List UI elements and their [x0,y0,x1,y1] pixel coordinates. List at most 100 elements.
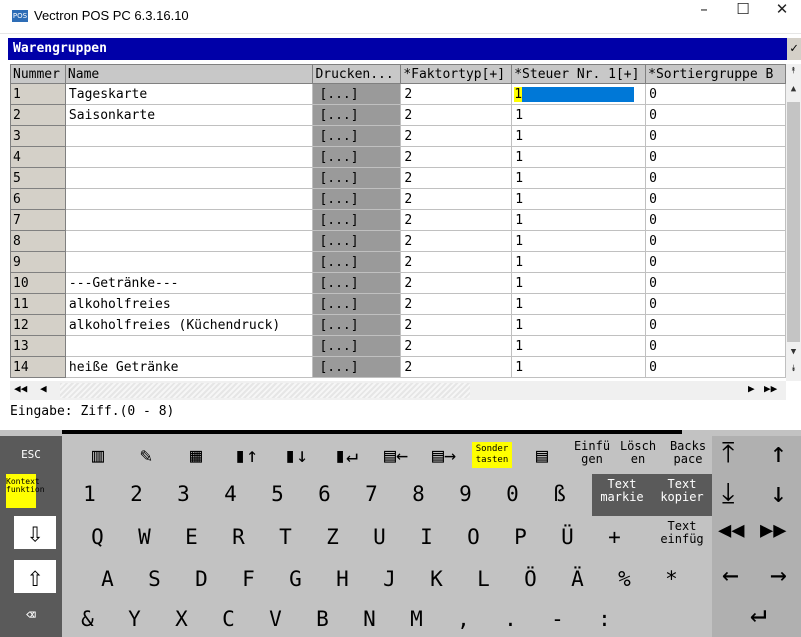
key-5[interactable]: Z [309,518,356,556]
row-faktortyp[interactable]: 2 [400,356,513,378]
key-7[interactable]: K [413,560,460,598]
row-number[interactable]: 5 [10,167,66,189]
table-row[interactable]: 11 alkoholfreies [...] 2 1 0 [10,293,786,315]
row-faktortyp[interactable]: 2 [400,293,513,315]
row-drucken[interactable]: [...] [312,125,402,147]
row-name[interactable]: heiße Getränke [64,356,314,378]
row-drucken[interactable]: [...] [312,167,402,189]
scroll-bottom-icon[interactable]: ⯯ [786,364,801,374]
row-drucken[interactable]: [...] [312,293,402,315]
table-row[interactable]: 10 ---Getränke--- [...] 2 1 0 [10,272,786,294]
table-row[interactable]: 7 [...] 2 1 0 [10,209,786,231]
row-number[interactable]: 6 [10,188,66,210]
key-1[interactable]: 2 [113,475,160,513]
row-drucken[interactable]: [...] [312,335,402,357]
key-9[interactable]: . [487,600,534,637]
arrow-up-icon[interactable]: ↑ [770,436,787,469]
row-steuer[interactable]: 1 [511,356,647,378]
esc-key[interactable]: ESC [0,436,62,474]
row-number[interactable]: 7 [10,209,66,231]
column-header-sortiergruppe[interactable]: *Sortiergruppe B [645,64,786,84]
row-number[interactable]: 3 [10,125,66,147]
scroll-down-icon[interactable]: ▼ [786,347,801,357]
row-drucken[interactable]: [...] [312,251,402,273]
cancel-icon[interactable]: ⌫ [10,596,52,634]
table-row[interactable]: 4 [...] 2 1 0 [10,146,786,168]
row-sortiergruppe[interactable]: 0 [645,293,786,315]
row-steuer[interactable]: 1 [511,314,647,336]
einfuegen-key[interactable]: Einfü gen [570,440,614,466]
row-number[interactable]: 9 [10,251,66,273]
key-7[interactable]: M [393,600,440,637]
table-row[interactable]: 8 [...] 2 1 0 [10,230,786,252]
arrow-down-icon[interactable]: ↓ [770,476,787,509]
row-steuer[interactable]: 1 [511,104,647,126]
scroll-left-icon[interactable]: ◀ [40,382,47,395]
key-6[interactable]: N [346,600,393,637]
row-name[interactable]: alkoholfreies [64,293,314,315]
table-row[interactable]: 3 [...] 2 1 0 [10,125,786,147]
row-sortiergruppe[interactable]: 0 [645,230,786,252]
key-1[interactable]: Y [111,600,158,637]
row-number[interactable]: 10 [10,272,66,294]
row-sortiergruppe[interactable]: 0 [645,188,786,210]
row-sortiergruppe[interactable]: 0 [645,83,786,105]
key-0[interactable]: 1 [66,475,113,513]
key-1[interactable]: S [131,560,178,598]
row-faktortyp[interactable]: 2 [400,167,513,189]
row-number[interactable]: 14 [10,356,66,378]
scroll-right-icon[interactable]: ▶ [748,382,755,395]
row-faktortyp[interactable]: 2 [400,83,513,105]
row-name[interactable]: ---Getränke--- [64,272,314,294]
row-steuer[interactable]: 1 [511,209,647,231]
row-drucken[interactable]: [...] [312,356,402,378]
key-10[interactable]: Ä [554,560,601,598]
row-name[interactable]: alkoholfreies (Küchendruck) [64,314,314,336]
row-faktortyp[interactable]: 2 [400,230,513,252]
key-11[interactable]: : [581,600,628,637]
scroll-up-icon[interactable]: ▲ [786,84,801,94]
edit-icon[interactable]: ✎ [126,436,166,474]
column-header-nummer[interactable]: Nummer [10,64,66,84]
key-3[interactable]: C [205,600,252,637]
key-12[interactable]: * [648,560,695,598]
sondertasten-key[interactable]: Sonder tasten [472,442,512,468]
horizontal-scrollbar[interactable]: ◀◀ ◀ ▶ ▶▶ [10,381,786,400]
key-0[interactable]: Q [74,518,121,556]
key-8[interactable]: 9 [442,475,489,513]
enter-row-icon[interactable]: ▮↵ [326,436,366,474]
row-sortiergruppe[interactable]: 0 [645,335,786,357]
vertical-scroll-thumb[interactable] [787,102,800,342]
table-row[interactable]: 5 [...] 2 1 0 [10,167,786,189]
confirm-check-icon[interactable]: ✓ [787,38,801,60]
key-10[interactable]: Ü [544,518,591,556]
key-2[interactable]: X [158,600,205,637]
key-9[interactable]: Ö [507,560,554,598]
row-number[interactable]: 11 [10,293,66,315]
row-name[interactable] [64,335,314,357]
column-header-steuer[interactable]: *Steuer Nr. 1[+] [511,64,647,84]
row-drucken[interactable]: [...] [312,104,402,126]
column-header-drucken[interactable]: Drucken... [312,64,402,84]
selected-cell[interactable]: 1 [514,86,635,102]
row-name[interactable] [64,125,314,147]
row-faktortyp[interactable]: 2 [400,188,513,210]
row-sortiergruppe[interactable]: 0 [645,146,786,168]
kontext-funktion-key[interactable]: Kontext funktion [6,474,45,508]
table-row[interactable]: 13 [...] 2 1 0 [10,335,786,357]
row-faktortyp[interactable]: 2 [400,209,513,231]
row-name[interactable] [64,167,314,189]
shift-lock-key[interactable]: ⇩ [14,516,56,549]
row-drucken[interactable]: [...] [312,146,402,168]
row-steuer[interactable]: 1 [511,167,647,189]
row-sortiergruppe[interactable]: 0 [645,356,786,378]
key-2[interactable]: 3 [160,475,207,513]
scroll-top-icon[interactable]: ⯭ [786,66,801,76]
column-header-name[interactable]: Name [64,64,314,84]
scroll-first-icon[interactable]: ◀◀ [14,382,27,395]
text-kopieren-key[interactable]: Text kopier [652,478,712,504]
row-steuer[interactable]: 1 [511,293,647,315]
table-row[interactable]: 1 Tageskarte [...] 2 1 0 [10,83,786,105]
row-drucken[interactable]: [...] [312,272,402,294]
row-steuer[interactable]: 1 [511,125,647,147]
